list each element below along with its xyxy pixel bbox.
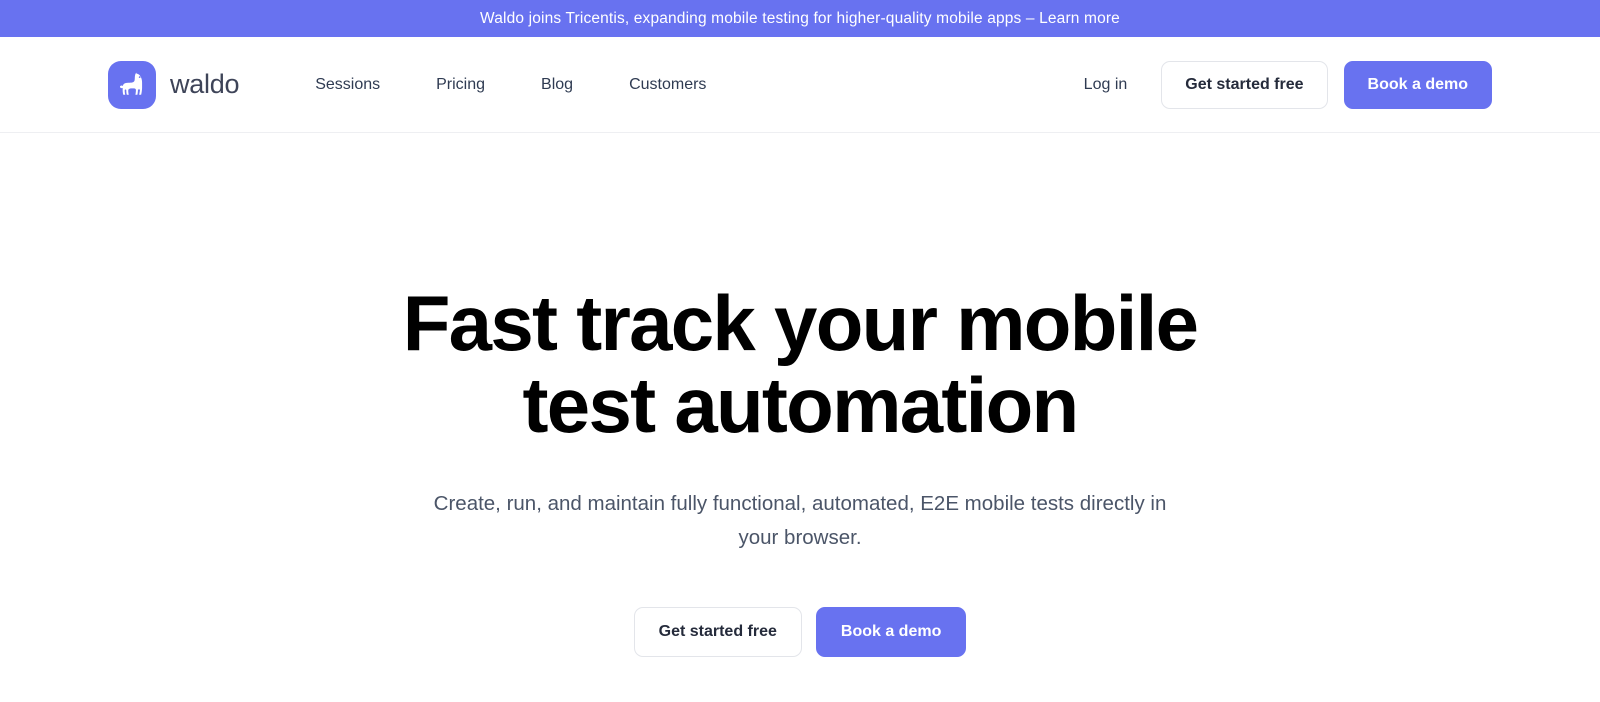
header-actions: Log in Get started free Book a demo bbox=[1058, 60, 1492, 109]
hero-cta-group: Get started free Book a demo bbox=[0, 607, 1600, 658]
nav-item-customers[interactable]: Customers bbox=[601, 66, 734, 104]
main-navigation: Sessions Pricing Blog Customers bbox=[287, 66, 734, 104]
announcement-text: Waldo joins Tricentis, expanding mobile … bbox=[480, 9, 1120, 27]
llama-icon bbox=[108, 60, 156, 109]
header-get-started-button[interactable]: Get started free bbox=[1161, 60, 1328, 109]
nav-item-pricing[interactable]: Pricing bbox=[408, 66, 513, 104]
brand-logo-link[interactable]: waldo bbox=[108, 60, 240, 109]
announcement-link[interactable]: Waldo joins Tricentis, expanding mobile … bbox=[480, 10, 1120, 28]
site-header: waldo Sessions Pricing Blog Customers Lo… bbox=[0, 37, 1600, 133]
page-title: Fast track your mobile test automation bbox=[402, 279, 1199, 449]
hero-subtitle: Create, run, and maintain fully function… bbox=[433, 491, 1167, 549]
brand-wordmark: waldo bbox=[170, 69, 240, 99]
nav-item-blog[interactable]: Blog bbox=[513, 66, 601, 104]
header-book-demo-button[interactable]: Book a demo bbox=[1343, 60, 1492, 109]
hero-get-started-button[interactable]: Get started free bbox=[633, 607, 802, 658]
announcement-banner: Waldo joins Tricentis, expanding mobile … bbox=[0, 0, 1600, 37]
nav-item-sessions[interactable]: Sessions bbox=[287, 66, 408, 104]
hero-book-demo-button[interactable]: Book a demo bbox=[815, 607, 967, 658]
login-link[interactable]: Log in bbox=[1058, 66, 1154, 104]
hero-section: Fast track your mobile test automation C… bbox=[0, 133, 1600, 658]
